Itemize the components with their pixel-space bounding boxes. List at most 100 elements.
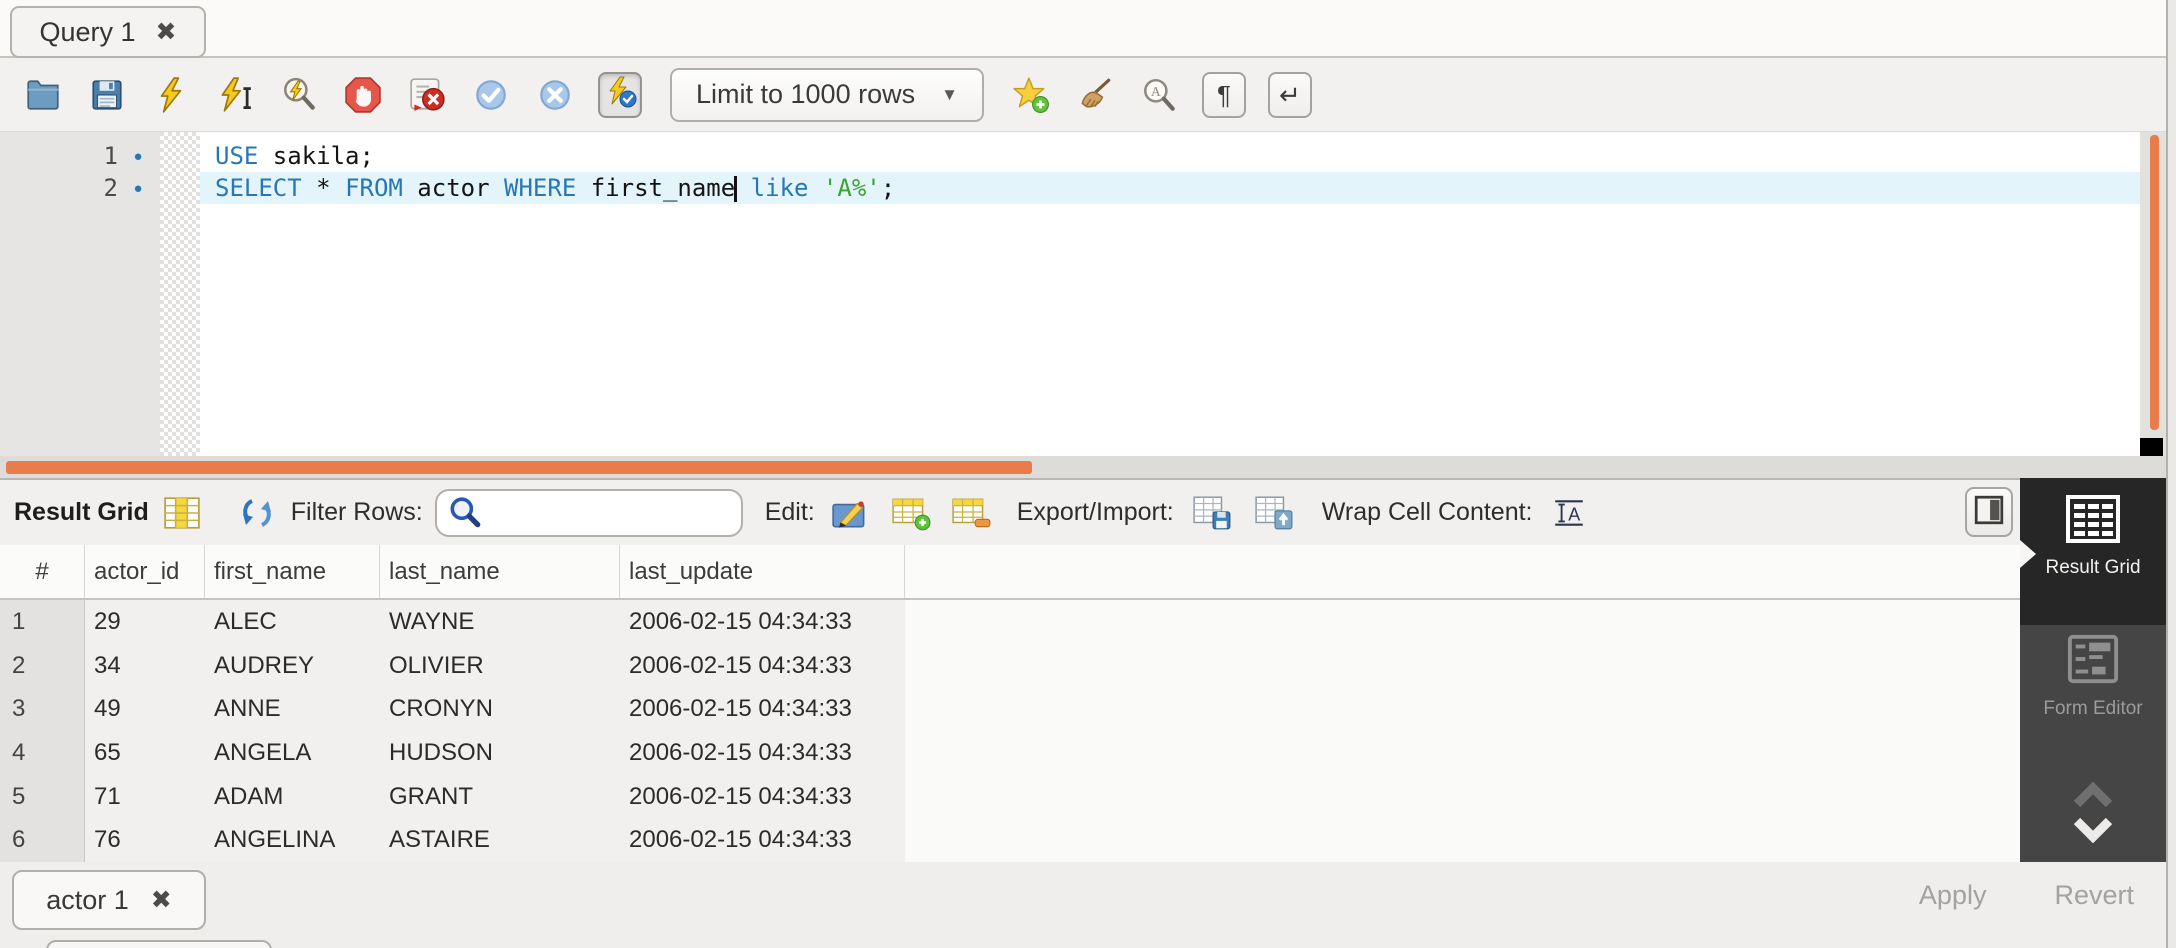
horizontal-scrollbar-thumb[interactable] bbox=[6, 461, 1032, 474]
gutter-row[interactable]: 2● bbox=[0, 172, 160, 204]
autocommit-icon bbox=[602, 74, 638, 115]
table-cell[interactable]: 29 bbox=[85, 600, 205, 644]
floppy-icon bbox=[88, 76, 126, 114]
rollback-button[interactable] bbox=[534, 72, 576, 118]
table-cell[interactable]: ASTAIRE bbox=[380, 818, 620, 862]
import-records-icon[interactable] bbox=[1254, 495, 1294, 531]
table-cell[interactable]: HUDSON bbox=[380, 731, 620, 775]
refresh-icon[interactable] bbox=[239, 495, 275, 531]
table-cell[interactable]: 2006-02-15 04:34:33 bbox=[620, 731, 905, 775]
column-header-last_name[interactable]: last_name bbox=[380, 545, 620, 598]
sql-editor[interactable]: 1●2● USE sakila;SELECT * FROM actor WHER… bbox=[0, 132, 2176, 456]
delete-row-icon[interactable] bbox=[951, 495, 991, 531]
show-invisibles-button[interactable]: ¶ bbox=[1202, 72, 1246, 118]
row-number-cell[interactable]: 6 bbox=[0, 818, 85, 862]
wrap-arrow-icon: ↵ bbox=[1279, 82, 1301, 108]
table-cell[interactable]: 34 bbox=[85, 644, 205, 688]
code-segment: sakila; bbox=[258, 142, 374, 170]
row-number-cell[interactable]: 4 bbox=[0, 731, 85, 775]
table-cell[interactable]: 2006-02-15 04:34:33 bbox=[620, 818, 905, 862]
save-script-button[interactable] bbox=[86, 72, 128, 118]
row-number-cell[interactable]: 1 bbox=[0, 600, 85, 644]
column-header-rownum[interactable]: # bbox=[0, 545, 85, 598]
table-row[interactable]: 349ANNECRONYN2006-02-15 04:34:33 bbox=[0, 687, 905, 731]
table-cell[interactable]: 2006-02-15 04:34:33 bbox=[620, 644, 905, 688]
tab-partial-next[interactable] bbox=[46, 940, 272, 948]
gutter-row[interactable]: 1● bbox=[0, 140, 160, 172]
apply-button[interactable]: Apply bbox=[1913, 876, 1993, 915]
chevron-up-icon[interactable] bbox=[2071, 782, 2115, 813]
table-cell[interactable]: GRANT bbox=[380, 775, 620, 819]
column-header-filler bbox=[905, 545, 2020, 598]
stop-query-button[interactable] bbox=[342, 72, 384, 118]
vertical-scrollbar-thumb[interactable] bbox=[2150, 135, 2159, 430]
editor-vertical-scrollbar[interactable] bbox=[2140, 132, 2168, 456]
execute-current-statement-button[interactable] bbox=[214, 72, 256, 118]
close-icon[interactable]: ✖ bbox=[151, 888, 172, 913]
chevron-down-icon[interactable] bbox=[2071, 817, 2115, 848]
close-icon[interactable]: ✖ bbox=[156, 20, 177, 45]
table-row[interactable]: 465ANGELAHUDSON2006-02-15 04:34:33 bbox=[0, 731, 905, 775]
commit-check-icon bbox=[472, 76, 510, 114]
column-header-first_name[interactable]: first_name bbox=[205, 545, 380, 598]
tab-actor-1-label: actor 1 bbox=[46, 885, 129, 916]
code-line[interactable]: SELECT * FROM actor WHERE first_name lik… bbox=[200, 172, 2140, 204]
toggle-stop-on-error-button[interactable] bbox=[406, 72, 448, 118]
toggle-wrapping-button[interactable]: ↵ bbox=[1268, 72, 1312, 118]
sidebar-item-result-grid[interactable]: Result Grid bbox=[2020, 478, 2166, 625]
editor-horizontal-scrollbar[interactable] bbox=[0, 456, 2168, 478]
column-header-actor_id[interactable]: actor_id bbox=[85, 545, 205, 598]
result-grid-icon bbox=[163, 496, 201, 530]
table-row[interactable]: 234AUDREYOLIVIER2006-02-15 04:34:33 bbox=[0, 644, 905, 688]
explain-plan-button[interactable] bbox=[278, 72, 320, 118]
beautify-script-button[interactable] bbox=[1074, 72, 1116, 118]
table-row[interactable]: 676ANGELINAASTAIRE2006-02-15 04:34:33 bbox=[0, 818, 905, 862]
table-cell[interactable]: WAYNE bbox=[380, 600, 620, 644]
table-cell[interactable]: OLIVIER bbox=[380, 644, 620, 688]
insert-row-icon[interactable] bbox=[891, 495, 931, 531]
toggle-autocommit-button[interactable] bbox=[598, 72, 642, 118]
table-cell[interactable]: 2006-02-15 04:34:33 bbox=[620, 600, 905, 644]
table-cell[interactable]: 71 bbox=[85, 775, 205, 819]
result-side-panel: Result Grid Form Editor bbox=[2020, 478, 2166, 862]
table-cell[interactable]: 49 bbox=[85, 687, 205, 731]
table-cell[interactable]: 2006-02-15 04:34:33 bbox=[620, 775, 905, 819]
row-number-cell[interactable]: 5 bbox=[0, 775, 85, 819]
find-replace-button[interactable]: A bbox=[1138, 72, 1180, 118]
execute-button[interactable] bbox=[150, 72, 192, 118]
sidebar-item-form-editor[interactable]: Form Editor bbox=[2043, 633, 2142, 719]
code-segment: WHERE bbox=[504, 174, 576, 202]
code-line[interactable]: USE sakila; bbox=[200, 140, 2140, 172]
collapse-side-panel-button[interactable] bbox=[1965, 487, 2013, 537]
tab-query-1[interactable]: Query 1 ✖ bbox=[10, 6, 206, 58]
row-number-cell[interactable]: 2 bbox=[0, 644, 85, 688]
edit-record-icon[interactable] bbox=[831, 495, 871, 531]
result-grid-toolbar: Result Grid Filter Rows: Edit: Export/Im… bbox=[0, 478, 2176, 545]
filter-rows-searchbox[interactable] bbox=[435, 489, 743, 537]
table-cell[interactable]: ADAM bbox=[205, 775, 380, 819]
wrap-cell-content-icon[interactable]: A bbox=[1551, 497, 1587, 529]
table-cell[interactable]: 76 bbox=[85, 818, 205, 862]
tab-actor-1[interactable]: actor 1 ✖ bbox=[12, 870, 206, 930]
save-snippet-button[interactable] bbox=[1010, 72, 1052, 118]
editor-gutter: 1●2● bbox=[0, 132, 160, 456]
row-number-cell[interactable]: 3 bbox=[0, 687, 85, 731]
open-script-button[interactable] bbox=[22, 72, 64, 118]
export-recordset-icon[interactable] bbox=[1192, 495, 1232, 531]
table-cell[interactable]: 65 bbox=[85, 731, 205, 775]
table-row[interactable]: 571ADAMGRANT2006-02-15 04:34:33 bbox=[0, 775, 905, 819]
table-cell[interactable]: ANGELA bbox=[205, 731, 380, 775]
table-cell[interactable]: AUDREY bbox=[205, 644, 380, 688]
search-input[interactable] bbox=[483, 498, 731, 528]
table-cell[interactable]: CRONYN bbox=[380, 687, 620, 731]
table-row[interactable]: 129ALECWAYNE2006-02-15 04:34:33 bbox=[0, 600, 905, 644]
table-cell[interactable]: ALEC bbox=[205, 600, 380, 644]
commit-button[interactable] bbox=[470, 72, 512, 118]
table-cell[interactable]: ANNE bbox=[205, 687, 380, 731]
column-header-last_update[interactable]: last_update bbox=[620, 545, 905, 598]
limit-rows-dropdown[interactable]: Limit to 1000 rows ▼ bbox=[670, 68, 984, 122]
code-area[interactable]: USE sakila;SELECT * FROM actor WHERE fir… bbox=[200, 132, 2140, 456]
table-cell[interactable]: ANGELINA bbox=[205, 818, 380, 862]
table-cell[interactable]: 2006-02-15 04:34:33 bbox=[620, 687, 905, 731]
revert-button[interactable]: Revert bbox=[2048, 876, 2140, 915]
